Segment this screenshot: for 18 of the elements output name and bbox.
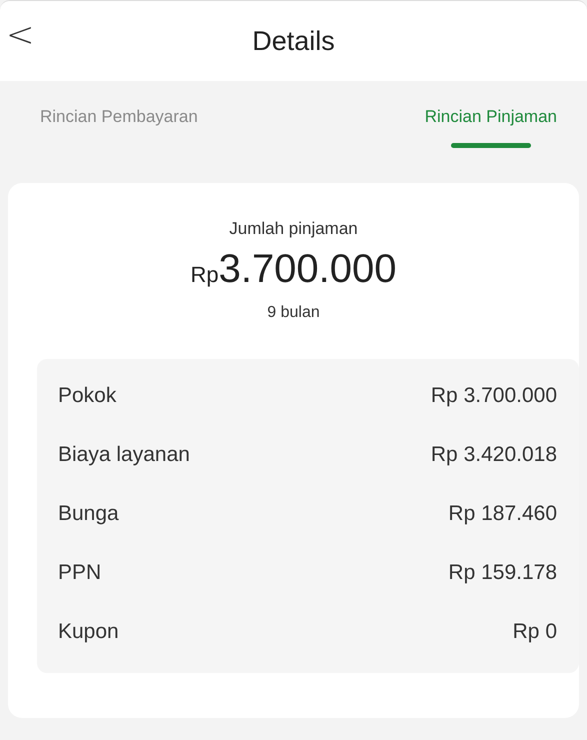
tab[interactable]: Rincian Pinjaman xyxy=(424,107,557,157)
tab[interactable]: Rincian Pembayaran xyxy=(40,107,198,157)
breakdown-value: Rp 3.420.018 xyxy=(430,442,557,466)
currency-label: Rp xyxy=(190,262,219,288)
tenor-text: 9 bulan xyxy=(267,304,321,322)
breakdown-value: Rp 187.460 xyxy=(448,502,557,526)
breakdown-value: Rp 0 xyxy=(512,620,557,644)
breakdown-label: Pokok xyxy=(58,384,116,408)
breakdown-label: PPN xyxy=(58,560,102,584)
breakdown-label: Bunga xyxy=(58,502,119,526)
breakdown-value: Rp 159.178 xyxy=(448,560,557,584)
page-title: Details xyxy=(252,26,335,56)
loan-amount: 3.700.000 xyxy=(218,247,397,292)
breakdown-value: Rp 3.700.000 xyxy=(430,384,557,408)
breakdown-label: Biaya layanan xyxy=(58,442,190,466)
loan-amount-label: Jumlah pinjaman xyxy=(229,219,359,239)
back-button[interactable]: < xyxy=(0,15,40,55)
breakdown-label: Kupon xyxy=(58,620,119,644)
